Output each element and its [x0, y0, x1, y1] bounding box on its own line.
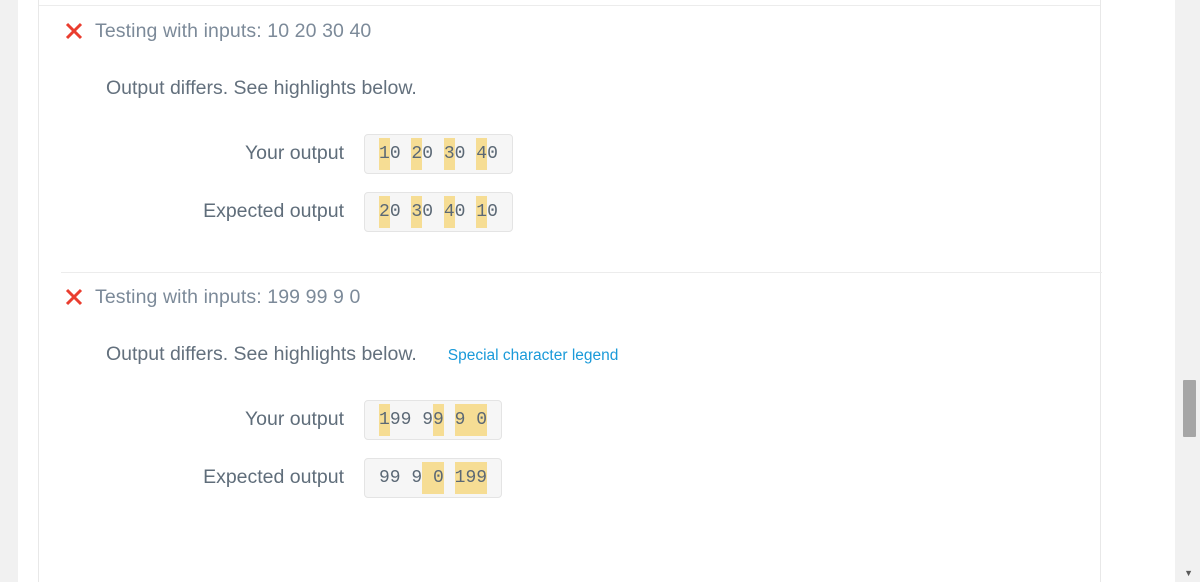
your-output-row: Your output 199 99 9 0	[39, 400, 503, 440]
output-segment: 0	[487, 202, 498, 222]
card-top-divider	[39, 5, 1100, 6]
test-results-card: Testing with inputs: 10 20 30 40 Output …	[38, 0, 1102, 582]
output-segment: 0	[487, 144, 498, 164]
expected-output-label: Expected output	[203, 200, 344, 222]
diff-highlight-segment: 199	[454, 462, 488, 494]
test-case-message: Output differs. See highlights below.	[106, 343, 417, 365]
diff-highlight-segment: 3	[443, 138, 455, 170]
your-output-box: 199 99 9 0	[364, 400, 503, 440]
diff-highlight-segment: 1	[379, 404, 390, 436]
expected-output-box: 99 9 0 199	[364, 458, 503, 498]
output-segment: 0	[454, 144, 477, 164]
your-output-row: Your output 10 20 30 40	[39, 134, 513, 174]
your-output-box: 10 20 30 40	[364, 134, 513, 174]
test-case-header: Testing with inputs: 199 99 9 0	[61, 284, 360, 310]
output-segment: 0	[422, 144, 444, 164]
test-case-message-row: Output differs. See highlights below.	[106, 75, 417, 101]
diff-highlight-segment: 1	[476, 196, 488, 228]
diff-highlight-segment: 3	[411, 196, 423, 228]
output-segment: 0	[454, 202, 477, 222]
test-results-page: Testing with inputs: 10 20 30 40 Output …	[0, 0, 1200, 582]
diff-highlight-segment: 9 0	[454, 404, 488, 436]
your-output-label: Your output	[244, 408, 344, 430]
output-segment: 0	[422, 202, 444, 222]
test-case-title: Testing with inputs: 10 20 30 40	[95, 20, 372, 42]
output-segment	[444, 468, 455, 488]
expected-output-row: Expected output 20 30 40 10	[39, 192, 513, 232]
expected-output-box: 20 30 40 10	[364, 192, 513, 232]
diff-highlight-segment: 2	[411, 138, 423, 170]
test-case-header: Testing with inputs: 10 20 30 40	[61, 18, 371, 44]
expected-output-row: Expected output 99 9 0 199	[39, 458, 503, 498]
scroll-down-arrow-icon[interactable]: ▼	[1184, 569, 1193, 578]
diff-highlight-segment: 4	[443, 196, 455, 228]
output-segment: 99 9	[389, 410, 434, 430]
special-character-legend-link[interactable]: Special character legend	[448, 343, 619, 369]
diff-highlight-segment: 9	[433, 404, 444, 436]
diff-highlight-segment: 0	[422, 462, 444, 494]
expected-output-label: Expected output	[203, 466, 344, 488]
diff-highlight-segment: 1	[379, 138, 390, 170]
diff-highlight-segment: 2	[379, 196, 390, 228]
test-case-title: Testing with inputs: 199 99 9 0	[95, 286, 361, 308]
your-output-label: Your output	[244, 142, 344, 164]
test-case-divider	[61, 272, 1102, 273]
fail-x-icon	[61, 18, 87, 44]
output-segment	[444, 410, 455, 430]
fail-x-icon	[61, 284, 87, 310]
test-case-message: Output differs. See highlights below.	[106, 77, 417, 99]
scrollbar-thumb[interactable]	[1183, 380, 1196, 437]
output-segment: 0	[389, 144, 412, 164]
diff-highlight-segment: 4	[476, 138, 488, 170]
output-segment: 0	[389, 202, 412, 222]
vertical-scrollbar[interactable]: ▼	[1175, 0, 1200, 582]
output-segment: 99 9	[379, 468, 423, 488]
test-case-message-row: Output differs. See highlights below. Sp…	[106, 341, 618, 369]
